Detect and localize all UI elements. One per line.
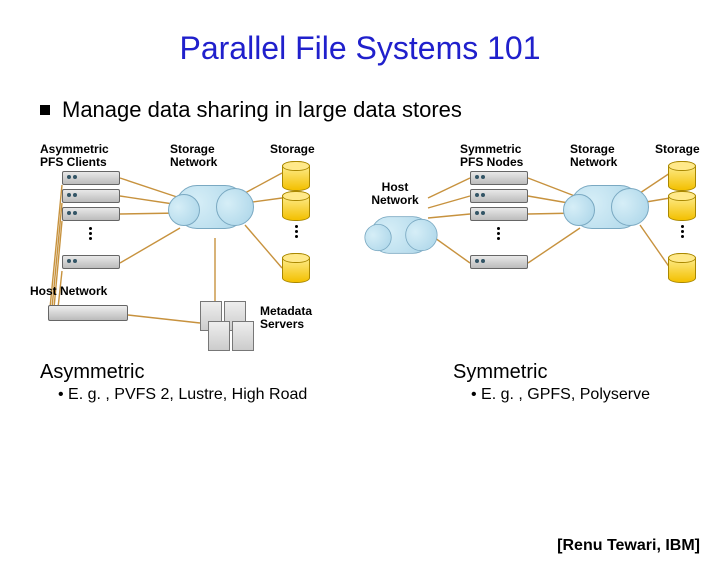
asym-client-server — [62, 255, 120, 269]
sym-node-server — [470, 207, 528, 221]
sym-caption: Symmetric — [453, 361, 650, 384]
asymmetric-diagram: Asymmetric PFS Clients Storage Network S… — [30, 143, 350, 353]
asym-storage-net-label: Storage Network — [170, 143, 217, 169]
sym-examples: E. g. , GPFS, Polyserve — [471, 386, 650, 404]
asym-client-server — [62, 171, 120, 185]
vdots-icon — [678, 225, 686, 238]
storage-cylinder-icon — [282, 161, 310, 191]
asym-examples: E. g. , PVFS 2, Lustre, High Road — [58, 386, 307, 404]
storage-cylinder-icon — [668, 253, 696, 283]
asym-caption-group: Asymmetric E. g. , PVFS 2, Lustre, High … — [40, 361, 307, 404]
sym-storage-net-label: Storage Network — [570, 143, 617, 169]
sym-clients-label: Symmetric PFS Nodes — [460, 143, 523, 169]
asym-caption: Asymmetric — [40, 361, 307, 384]
vdots-icon — [292, 225, 300, 238]
asym-client-server — [62, 189, 120, 203]
sym-node-server — [470, 189, 528, 203]
storage-cylinder-icon — [282, 191, 310, 221]
network-switch-icon — [48, 305, 128, 321]
asym-metadata-label: Metadata Servers — [260, 305, 312, 331]
symmetric-diagram: Host Network Symmetric PFS Nodes Storage… — [370, 143, 690, 353]
vdots-icon — [86, 227, 94, 240]
diagram-row: Asymmetric PFS Clients Storage Network S… — [30, 143, 690, 353]
metadata-server-icon — [208, 321, 230, 351]
sym-storage-label: Storage — [655, 143, 700, 156]
sym-node-server — [470, 255, 528, 269]
cloud-icon — [175, 185, 247, 229]
asym-host-net-label: Host Network — [30, 285, 107, 298]
storage-cylinder-icon — [668, 161, 696, 191]
sym-host-net-label: Host Network — [365, 181, 425, 207]
asym-client-server — [62, 207, 120, 221]
vdots-icon — [494, 227, 502, 240]
storage-cylinder-icon — [668, 191, 696, 221]
sym-caption-group: Symmetric E. g. , GPFS, Polyserve — [453, 361, 650, 404]
bullet-square-icon — [40, 105, 50, 115]
main-bullet-text: Manage data sharing in large data stores — [62, 97, 462, 123]
asym-clients-label: Asymmetric PFS Clients — [40, 143, 109, 169]
storage-cylinder-icon — [282, 253, 310, 283]
asym-storage-label: Storage — [270, 143, 315, 156]
sym-node-server — [470, 171, 528, 185]
slide-title: Parallel File Systems 101 — [0, 30, 720, 67]
cloud-icon — [370, 216, 431, 253]
captions-row: Asymmetric E. g. , PVFS 2, Lustre, High … — [40, 361, 680, 404]
main-bullet: Manage data sharing in large data stores — [40, 97, 720, 123]
cloud-icon — [570, 185, 642, 229]
metadata-server-icon — [232, 321, 254, 351]
